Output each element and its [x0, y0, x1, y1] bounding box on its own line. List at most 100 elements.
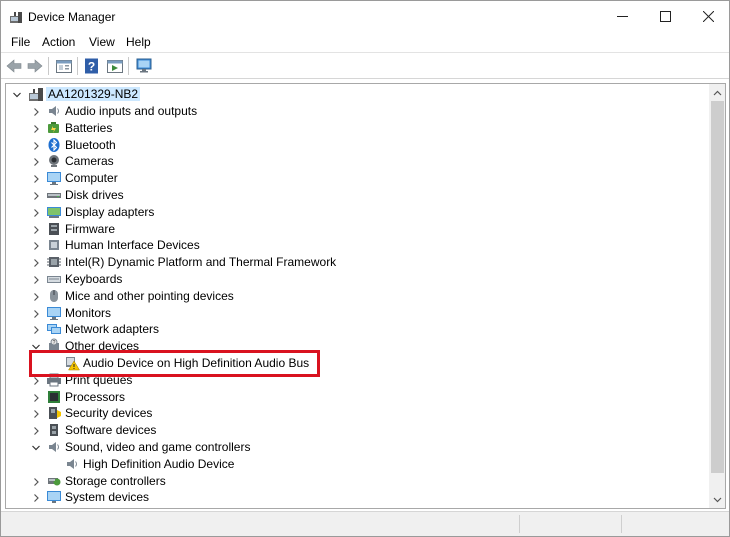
- device-manager-window: Device Manager File Action View Help ? A…: [0, 0, 730, 537]
- scan-hardware-button[interactable]: [134, 56, 154, 76]
- menu-bar: File Action View Help: [1, 32, 729, 52]
- chevron-right-icon[interactable]: [31, 309, 41, 319]
- tree-category-row[interactable]: Monitors: [6, 305, 708, 322]
- device-tree[interactable]: AA1201329-NB2 Audio inputs and outputs Ba…: [6, 84, 708, 508]
- tree-item-label: Batteries: [65, 120, 113, 135]
- monitor-icon: [47, 306, 61, 320]
- chip-icon: [47, 257, 61, 268]
- status-pane-divider: [519, 515, 520, 533]
- update-driver-icon: [107, 59, 123, 73]
- tree-item-label: Cameras: [65, 154, 114, 169]
- tree-item-label: Monitors: [65, 305, 112, 320]
- help-button[interactable]: ?: [82, 56, 102, 76]
- chevron-right-icon[interactable]: [31, 493, 41, 503]
- chevron-right-icon[interactable]: [31, 208, 41, 218]
- window-title: Device Manager: [28, 10, 116, 24]
- chevron-right-icon[interactable]: [31, 376, 41, 386]
- firmware-icon: [49, 222, 59, 235]
- tree-category-row[interactable]: Firmware: [6, 221, 708, 238]
- chevron-right-icon[interactable]: [31, 292, 41, 302]
- chevron-right-icon[interactable]: [31, 258, 41, 268]
- close-button[interactable]: [685, 1, 730, 32]
- chevron-right-icon[interactable]: [31, 325, 41, 335]
- tree-device-row[interactable]: High Definition Audio Device: [6, 456, 708, 473]
- tree-category-row[interactable]: Intel(R) Dynamic Platform and Thermal Fr…: [6, 254, 708, 271]
- computer-tower-icon: [29, 88, 43, 101]
- scan-hardware-icon: [136, 58, 151, 73]
- tree-category-row[interactable]: Computer: [6, 170, 708, 187]
- tree-category-row[interactable]: Network adapters: [6, 321, 708, 338]
- scroll-down-button[interactable]: [709, 491, 725, 508]
- chevron-right-icon[interactable]: [31, 174, 41, 184]
- properties-button[interactable]: [54, 56, 74, 76]
- properties-icon: [56, 59, 72, 73]
- chevron-down-icon: [713, 497, 722, 502]
- update-driver-button[interactable]: [105, 56, 125, 76]
- title-bar[interactable]: Device Manager: [1, 1, 729, 32]
- minimize-icon: [616, 16, 628, 17]
- tree-category-row[interactable]: Bluetooth: [6, 137, 708, 154]
- processor-icon: [48, 390, 60, 403]
- chevron-right-icon[interactable]: [31, 275, 41, 285]
- chevron-right-icon[interactable]: [31, 426, 41, 436]
- maximize-button[interactable]: [642, 1, 688, 32]
- tree-category-row[interactable]: Cameras: [6, 153, 708, 170]
- chevron-right-icon[interactable]: [31, 409, 41, 419]
- tree-item-label: System devices: [65, 490, 150, 505]
- tree-category-row[interactable]: Mice and other pointing devices: [6, 288, 708, 305]
- chevron-right-icon[interactable]: [31, 393, 41, 403]
- tree-category-row[interactable]: Security devices: [6, 405, 708, 422]
- toolbar-separator: [48, 57, 49, 75]
- tree-root-row[interactable]: AA1201329-NB2: [6, 86, 708, 103]
- system-device-icon: [47, 491, 61, 504]
- chevron-right-icon[interactable]: [31, 191, 41, 201]
- tree-item-label: Bluetooth: [65, 137, 116, 152]
- chevron-right-icon[interactable]: [31, 141, 41, 151]
- security-icon: [49, 407, 61, 420]
- menu-file[interactable]: File: [11, 35, 30, 49]
- mouse-icon: [50, 289, 58, 302]
- menu-view[interactable]: View: [89, 35, 115, 49]
- maximize-icon: [659, 11, 671, 22]
- tree-category-row[interactable]: Software devices: [6, 422, 708, 439]
- tree-item-label: Mice and other pointing devices: [65, 288, 234, 303]
- tree-category-row[interactable]: Audio inputs and outputs: [6, 103, 708, 120]
- chevron-right-icon[interactable]: [31, 124, 41, 134]
- tree-item-label: Security devices: [65, 406, 153, 421]
- tree-item-label: Disk drives: [65, 188, 124, 202]
- chevron-right-icon[interactable]: [31, 241, 41, 251]
- tree-category-row[interactable]: Human Interface Devices: [6, 237, 708, 254]
- camera-icon: [49, 155, 59, 168]
- tree-category-row[interactable]: System devices: [6, 489, 708, 506]
- tree-category-row[interactable]: Keyboards: [6, 271, 708, 288]
- scroll-thumb[interactable]: [711, 101, 724, 473]
- chevron-right-icon[interactable]: [31, 107, 41, 117]
- chevron-right-icon[interactable]: [31, 477, 41, 487]
- tree-category-row[interactable]: Processors: [6, 389, 708, 406]
- menu-help[interactable]: Help: [126, 35, 151, 49]
- bluetooth-icon: [48, 137, 60, 152]
- tree-category-row[interactable]: Storage controllers: [6, 473, 708, 490]
- chevron-right-icon[interactable]: [31, 157, 41, 167]
- chevron-down-icon[interactable]: [31, 443, 41, 453]
- vertical-scrollbar[interactable]: [709, 84, 725, 508]
- scroll-up-button[interactable]: [709, 84, 725, 101]
- tree-item-label: Keyboards: [65, 272, 123, 286]
- tree-item-label: Sound, video and game controllers: [65, 440, 251, 454]
- tree-category-row[interactable]: Display adapters: [6, 204, 708, 221]
- menu-action[interactable]: Action: [42, 35, 75, 49]
- device-tree-panel: AA1201329-NB2 Audio inputs and outputs Ba…: [5, 83, 726, 509]
- forward-button[interactable]: [25, 56, 45, 76]
- tree-category-row[interactable]: Disk drives: [6, 187, 708, 204]
- tree-item-label: Firmware: [65, 221, 115, 236]
- back-button[interactable]: [4, 56, 24, 76]
- help-icon: ?: [85, 58, 98, 74]
- tree-category-row[interactable]: Sound, video and game controllers: [6, 439, 708, 456]
- software-device-icon: [50, 424, 58, 437]
- chevron-right-icon[interactable]: [31, 225, 41, 235]
- chevron-down-icon[interactable]: [12, 90, 22, 100]
- speaker-icon: [67, 458, 77, 469]
- tree-root-label: AA1201329-NB2: [46, 87, 141, 101]
- tree-category-row[interactable]: Batteries: [6, 120, 708, 137]
- minimize-button[interactable]: [599, 1, 645, 32]
